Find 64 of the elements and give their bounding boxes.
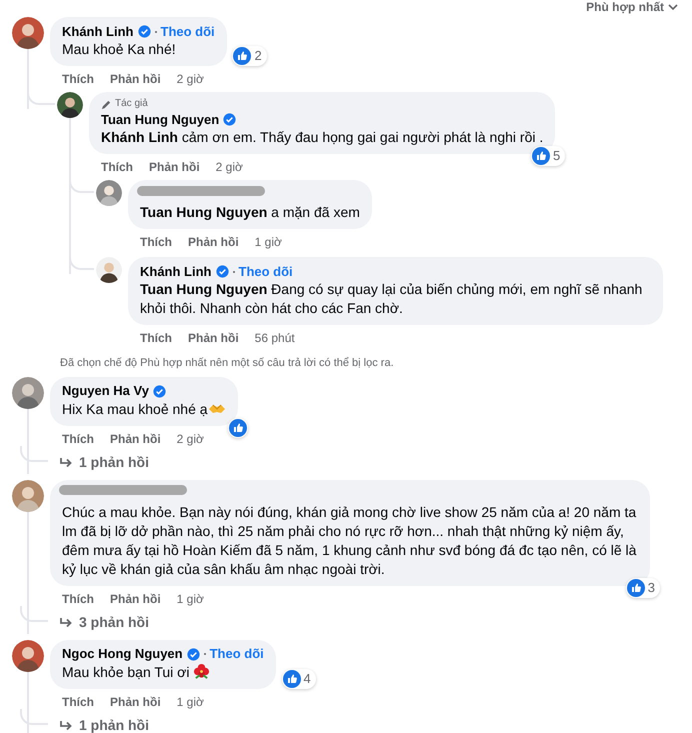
commenter-name[interactable]: Ngoc Hong Nguyen [62, 644, 183, 664]
comment-time: 2 giờ [176, 430, 204, 448]
comment-time: 1 giờ [176, 694, 204, 710]
reply-link[interactable]: Phản hồi [110, 692, 161, 710]
thread-connector [20, 446, 48, 462]
comment-text: Khánh Linh cảm ơn em. Thấy đau họng gai gai người phát là nghi rồi . [101, 128, 544, 147]
like-reaction-icon [233, 47, 252, 65]
avatar[interactable] [96, 257, 122, 283]
comment-time: 1 giờ [254, 234, 282, 251]
filter-notice: Đã chọn chế độ Phù hợp nhất nên một số câu trả lời có thể bị lọc ra. [59, 356, 395, 371]
commenter-name[interactable]: Nguyen Ha Vy [62, 381, 149, 401]
like-reaction-icon [626, 578, 645, 596]
like-reaction-icon [532, 147, 550, 165]
comment-text: Chúc a mau khỏe. Bạn này nói đúng, khán giả mong chờ live show 25 năm của a! 20 năm ta lm đã bị lỡ dở phần nào, thì 25 năm phải cho nó rực rỡ hơn... nhah thật những kỷ niệm ấy, đêm mưa ấy tại hồ Hoàn Kiếm đã 5 năm, 1 khung cảnh như svđ bóng đá đc tạo nên, có lẽ là kỷ lục về khán giả của sân khấu âm nhạc ngoài trời. [62, 502, 638, 578]
reaction-badge[interactable]: 2 [232, 46, 267, 66]
avatar[interactable] [12, 17, 44, 49]
view-replies-link[interactable]: 1 phản hồi [79, 715, 149, 733]
comment-time: 56 phút [254, 330, 295, 347]
follow-link[interactable]: Theo dõi [238, 262, 293, 282]
reply-arrow-icon [59, 456, 73, 468]
reply-arrow-icon [59, 616, 73, 628]
like-link[interactable]: Thích [62, 692, 94, 710]
like-link[interactable]: Thích [62, 70, 94, 88]
reaction-badge[interactable]: 5 [531, 146, 566, 166]
follow-link[interactable]: Theo dõi [210, 644, 264, 664]
avatar[interactable] [12, 640, 44, 672]
view-replies-link[interactable]: 1 phản hồi [79, 452, 149, 473]
commenter-name[interactable]: Tuan Hung Nguyen [101, 110, 220, 130]
like-reaction-icon [282, 670, 301, 688]
like-reaction-icon [228, 418, 247, 436]
like-link[interactable]: Thích [140, 329, 172, 347]
comment-text: Mau khỏe bạn Tui ơi [62, 662, 264, 682]
like-link[interactable]: Thích [62, 590, 94, 608]
reply-link[interactable]: Phản hồi [110, 590, 161, 608]
reaction-badge[interactable] [228, 418, 248, 438]
reply-link[interactable]: Phản hồi [188, 329, 239, 347]
like-link[interactable]: Thích [62, 430, 94, 448]
comment-time: 1 giờ [176, 590, 204, 608]
author-label: Tác giả [115, 98, 148, 110]
follow-link[interactable]: Theo dõi [160, 22, 215, 42]
view-replies-link[interactable]: 3 phản hồi [79, 612, 149, 633]
reply-link[interactable]: Phản hồi [149, 158, 200, 176]
pencil-icon [101, 98, 112, 110]
reaction-badge[interactable]: 3 [626, 578, 660, 598]
commenter-name[interactable]: Khánh Linh [62, 22, 134, 42]
like-link[interactable]: Thích [140, 233, 172, 251]
comment-time: 2 giờ [216, 159, 243, 176]
reply-link[interactable]: Phản hồi [110, 430, 161, 448]
sort-dropdown[interactable]: Phù hợp nhất [586, 0, 678, 14]
reply-link[interactable]: Phản hồi [110, 70, 161, 88]
comment-text: Hix Ka mau khoẻ nhé ạ [62, 400, 226, 418]
comment-text: Tuan Hung Nguyen Đang có sự quay lại của biến chủng mới, em nghĩ sẽ nhanh khỏi thôi. Nhanh còn hát cho các Fan chờ. [140, 280, 644, 318]
reaction-badge[interactable]: 4 [282, 668, 316, 688]
avatar[interactable] [57, 92, 83, 118]
thread-connector [20, 708, 48, 724]
reply-link[interactable]: Phản hồi [188, 233, 239, 251]
comment-text: Mau khoẻ Ka nhé! [62, 40, 177, 59]
like-link[interactable]: Thích [101, 158, 133, 176]
caret-icon [668, 3, 678, 11]
reply-arrow-icon [59, 720, 73, 732]
commenter-name[interactable]: Khánh Linh [140, 262, 212, 282]
comment-time: 2 giờ [176, 71, 204, 88]
thread-connector [20, 606, 48, 622]
comment-text: Tuan Hung Nguyen a mặn đã xem [140, 203, 360, 222]
